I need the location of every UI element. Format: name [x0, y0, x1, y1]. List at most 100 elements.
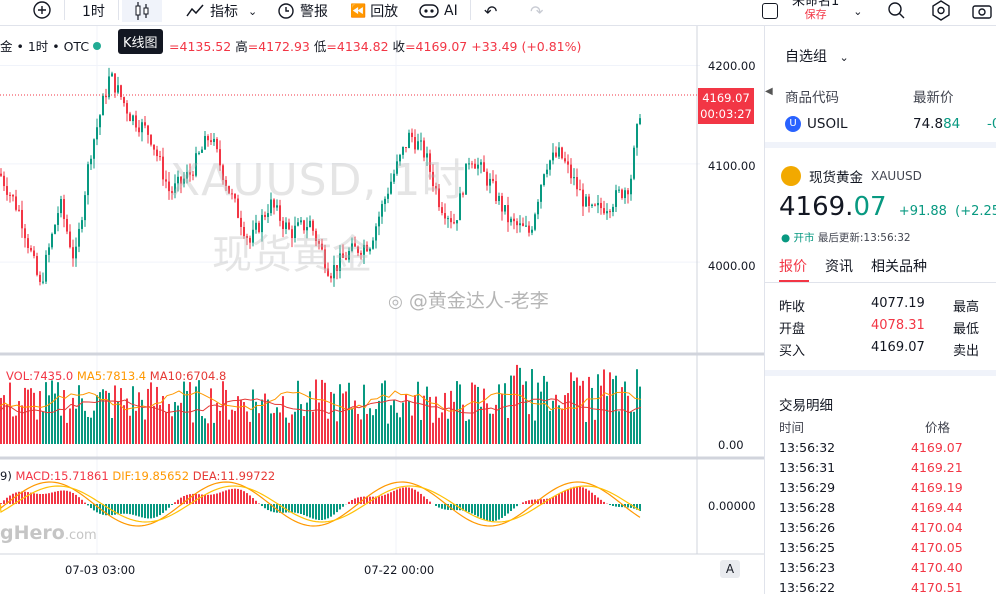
snapshot-button[interactable]: [972, 0, 992, 22]
tab-news[interactable]: 资讯: [825, 256, 853, 276]
volume-bar: [102, 389, 104, 444]
legend-close: =4169.07: [405, 39, 468, 54]
watchlist-selector[interactable]: 自选组 ⌄: [785, 46, 849, 66]
macd-bar: [45, 493, 47, 504]
trade-time: 13:56:28: [779, 500, 836, 515]
volume-bar: [489, 413, 491, 444]
macd-bar: [135, 504, 137, 516]
macd-bar: [561, 492, 563, 504]
volume-bar: [624, 381, 626, 444]
candle-body: [45, 254, 47, 282]
macd-bar: [627, 504, 629, 508]
candle-body: [6, 186, 8, 195]
macd-bar: [189, 494, 191, 504]
candle-body: [621, 189, 623, 199]
macd-bar: [402, 487, 404, 504]
macd-bar: [585, 488, 587, 504]
ai-button[interactable]: AI: [418, 0, 458, 22]
watch-price-main: 74.8: [913, 116, 944, 132]
tab-related[interactable]: 相关品种: [871, 256, 927, 276]
current-price-tag: 4169.07 00:03:27: [698, 88, 754, 124]
redo-button[interactable]: ↷: [530, 0, 543, 22]
watchlist-row[interactable]: U USOIL 74.884 -0: [785, 116, 996, 132]
layout-button[interactable]: 未命名1 保存 ⌄: [762, 0, 863, 22]
interval-button[interactable]: 1时: [82, 0, 105, 22]
alert-button[interactable]: 警报: [276, 0, 328, 22]
candle-body: [600, 202, 602, 209]
macd-bar: [318, 504, 320, 521]
usoil-icon: U: [785, 116, 801, 132]
macd-bar: [240, 489, 242, 504]
volume-bar: [387, 423, 389, 444]
ohlc-legend: 金 • 1时 • OTC =4135.52 高=4172.93 低=4134.8…: [0, 36, 581, 55]
bar-countdown: 00:03:27: [700, 107, 752, 121]
undo-button[interactable]: ↶: [484, 0, 497, 22]
volume-bar: [135, 410, 137, 444]
candle-body: [486, 171, 488, 186]
price-change-pct: (+2.25%): [955, 204, 996, 219]
macd-bar: [156, 504, 158, 517]
macd-bar: [444, 504, 446, 510]
volume-bar: [201, 416, 203, 444]
candle-body: [144, 122, 146, 126]
volume-bar: [288, 422, 290, 444]
candle-body: [624, 190, 626, 199]
macd-params: 9): [0, 469, 12, 483]
col-symbol-header[interactable]: 商品代码: [785, 86, 839, 106]
macd-bar: [591, 492, 593, 504]
macd-bar: [0, 503, 2, 504]
legend-high: =4172.93: [247, 39, 310, 54]
settings-button[interactable]: [930, 0, 952, 22]
macd-bar: [297, 504, 299, 514]
candle-body: [561, 147, 563, 159]
tab-quote[interactable]: 报价: [779, 256, 807, 276]
quick-search-button[interactable]: [886, 0, 906, 22]
volume-bar: [147, 388, 149, 444]
macd-bar: [42, 494, 44, 504]
add-symbol-button[interactable]: [32, 0, 52, 22]
candle-body: [105, 95, 107, 98]
macd-bar: [141, 504, 143, 518]
col-price-header[interactable]: 最新价: [913, 86, 954, 106]
chart-area[interactable]: XAUUSD, 1时 现货黄金 ◎ @黄金达人-老李 gHero.com 金 •…: [0, 26, 764, 594]
legend-low: =4134.82: [326, 39, 389, 54]
volume-bar: [348, 382, 350, 444]
volume-bar: [492, 413, 494, 444]
macd-bar: [300, 504, 302, 514]
macd-bar: [324, 504, 326, 520]
candle-body: [162, 156, 164, 180]
candle-body: [90, 158, 92, 165]
robot-icon: [419, 4, 439, 18]
candle-body: [639, 118, 641, 125]
candle-body: [546, 169, 548, 175]
volume-bar: [123, 405, 125, 444]
volume-bar: [21, 405, 23, 444]
candle-body: [27, 238, 29, 249]
replay-button[interactable]: ⏪ 回放: [350, 0, 398, 22]
candle-body: [420, 140, 422, 142]
market-status: ● 开市 最后更新:13:56:32: [781, 230, 911, 245]
candle-body: [576, 177, 578, 190]
volume-bar: [399, 417, 401, 444]
macd-bar: [399, 488, 401, 504]
chart-canvas[interactable]: [0, 26, 764, 594]
macd-bar: [225, 490, 227, 504]
candle-body: [111, 73, 113, 77]
indicators-button[interactable]: 指标 ⌄: [186, 0, 257, 22]
macd-bar: [489, 504, 491, 522]
candle-body: [489, 178, 491, 186]
gear-icon: [932, 0, 950, 21]
plus-circle-icon: [33, 1, 51, 19]
layout-square-icon: [762, 3, 778, 19]
volume-bar: [528, 414, 530, 444]
macd-bar: [429, 501, 431, 504]
auto-scale-button[interactable]: A: [720, 560, 740, 578]
candle-body: [522, 223, 524, 226]
macd-bar: [588, 490, 590, 504]
collapse-marker-icon[interactable]: ◀: [765, 86, 773, 97]
chart-type-button[interactable]: [122, 0, 162, 22]
volume-bar: [609, 372, 611, 444]
macd-bar: [531, 499, 533, 504]
volume-bar: [270, 413, 272, 444]
current-price: 4169.07: [702, 91, 750, 105]
